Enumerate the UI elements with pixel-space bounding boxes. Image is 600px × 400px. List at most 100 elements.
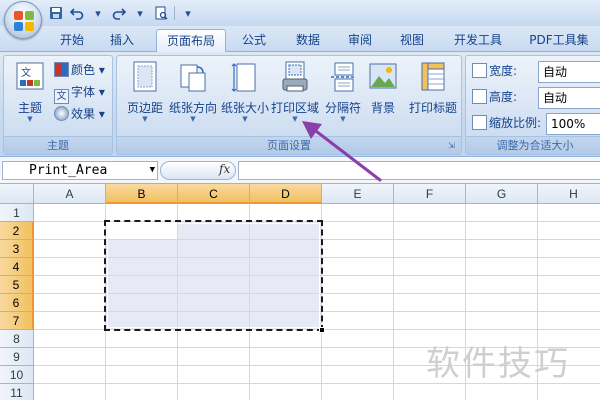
fonts-label: 字体	[71, 85, 96, 99]
qat-separator	[174, 6, 175, 20]
tab-data[interactable]: 数据	[286, 29, 330, 52]
print-titles-icon	[419, 61, 447, 93]
background-icon	[369, 61, 397, 93]
undo-icon[interactable]	[69, 5, 85, 21]
width-label: 宽度:	[489, 64, 518, 78]
formula-bar: Print_Area ▼ fx	[0, 157, 600, 184]
print-preview-icon[interactable]	[153, 5, 169, 21]
orientation-label: 纸张方向	[168, 101, 217, 115]
colors-icon	[54, 62, 69, 77]
width-select[interactable]: 自动	[538, 61, 600, 83]
orientation-button[interactable]: 纸张方向 ▼	[167, 59, 219, 131]
scale-label-row: 缩放比例:	[472, 113, 541, 133]
size-dropdown-icon: ▼	[242, 115, 248, 123]
insert-function-icon[interactable]: fx	[219, 162, 230, 176]
column-header-f[interactable]: F	[394, 184, 466, 204]
column-header-b[interactable]: B	[106, 184, 178, 204]
orientation-dropdown-icon: ▼	[190, 115, 196, 123]
name-box[interactable]: Print_Area ▼	[2, 161, 158, 180]
row-header-9[interactable]: 9	[0, 348, 34, 366]
select-all-corner[interactable]	[0, 184, 34, 204]
row-header-7[interactable]: 7	[0, 312, 34, 330]
print-area-dropdown-icon: ▼	[292, 115, 298, 123]
effects-label: 效果	[71, 107, 96, 121]
tab-developer[interactable]: 开发工具	[446, 29, 510, 52]
margins-button[interactable]: 页边距 ▼	[119, 59, 171, 131]
themes-group-label: 主题	[4, 136, 112, 154]
column-header-h[interactable]: H	[538, 184, 600, 204]
column-header-g[interactable]: G	[466, 184, 538, 204]
ribbon-tabs: 开始 插入 页面布局 公式 数据 审阅 视图 开发工具 PDF工具集	[0, 26, 600, 52]
height-label-row: 高度:	[472, 87, 517, 107]
watermark: 软件技巧	[426, 344, 570, 384]
row-header-11[interactable]: 11	[0, 384, 34, 400]
row-header-5[interactable]: 5	[0, 276, 34, 294]
column-header-a[interactable]: A	[34, 184, 106, 204]
row-header-1[interactable]: 1	[0, 204, 34, 222]
row-header-4[interactable]: 4	[0, 258, 34, 276]
quick-access-toolbar: ▾ ▾ ▾	[48, 4, 196, 22]
print-titles-button[interactable]: 打印标题	[407, 59, 459, 131]
page-setup-group-label: 页面设置	[117, 136, 461, 154]
tab-insert[interactable]: 插入	[100, 29, 144, 52]
tab-review[interactable]: 审阅	[338, 29, 382, 52]
colors-label: 颜色	[71, 63, 96, 77]
row-header-10[interactable]: 10	[0, 366, 34, 384]
redo-dropdown-icon[interactable]: ▾	[132, 5, 148, 21]
office-button[interactable]	[4, 1, 42, 39]
fonts-button[interactable]: 文字体 ▾	[54, 82, 105, 104]
width-label-row: 宽度:	[472, 61, 517, 81]
breaks-icon	[329, 61, 357, 93]
themes-button-label: 主题	[17, 101, 42, 115]
colors-button[interactable]: 颜色 ▾	[54, 60, 105, 80]
themes-button[interactable]: 文 主题 ▼	[4, 59, 56, 131]
name-box-dropdown-icon[interactable]: ▼	[150, 162, 155, 179]
height-icon	[472, 89, 487, 104]
row-header-8[interactable]: 8	[0, 330, 34, 348]
themes-dropdown-icon: ▼	[27, 115, 33, 123]
fonts-icon: 文	[54, 89, 69, 104]
customize-icon[interactable]: ▾	[180, 5, 196, 21]
undo-dropdown-icon[interactable]: ▾	[90, 5, 106, 21]
print-area-button[interactable]: 打印区域 ▼	[269, 59, 321, 131]
orientation-icon	[179, 61, 207, 93]
scale-to-fit-group: 宽度: 自动 高度: 自动 缩放比例: 100% 调整为合适大小	[465, 55, 600, 155]
tab-page-layout[interactable]: 页面布局	[156, 29, 226, 52]
column-header-d[interactable]: D	[250, 184, 322, 204]
fill-handle[interactable]	[319, 327, 325, 333]
formula-input[interactable]	[238, 161, 600, 180]
row-header-2[interactable]: 2	[0, 222, 34, 240]
themes-icon: 文	[16, 61, 44, 93]
themes-group: 文 主题 ▼ 颜色 ▾ 文字体 ▾ 效果 ▾ 主题	[3, 55, 113, 155]
scale-icon	[472, 115, 487, 130]
row-header-6[interactable]: 6	[0, 294, 34, 312]
column-header-c[interactable]: C	[178, 184, 250, 204]
effects-button[interactable]: 效果 ▾	[54, 104, 105, 124]
page-setup-group: 页边距 ▼ 纸张方向 ▼ 纸张大小 ▼ 打印区域 ▼ 分隔符 ▼ 背景 打印标题…	[116, 55, 462, 155]
size-icon	[231, 61, 259, 93]
height-select[interactable]: 自动	[538, 87, 600, 109]
tab-formulas[interactable]: 公式	[232, 29, 276, 52]
title-bar: ▾ ▾ ▾	[0, 0, 600, 26]
size-button[interactable]: 纸张大小 ▼	[219, 59, 271, 131]
save-icon[interactable]	[48, 5, 64, 21]
page-setup-launcher-icon[interactable]: ⇲	[448, 141, 458, 151]
scale-label: 缩放比例:	[489, 116, 542, 130]
tab-pdf-tools[interactable]: PDF工具集	[522, 29, 596, 52]
margins-icon	[131, 61, 159, 93]
height-label: 高度:	[489, 90, 518, 104]
ribbon: 文 主题 ▼ 颜色 ▾ 文字体 ▾ 效果 ▾ 主题 页边距 ▼ 纸张方向 ▼ 纸…	[0, 52, 600, 157]
margins-dropdown-icon: ▼	[142, 115, 148, 123]
print-area-border	[104, 220, 323, 331]
tab-home[interactable]: 开始	[50, 29, 94, 52]
width-icon	[472, 63, 487, 78]
scale-input[interactable]: 100%	[546, 113, 600, 135]
effects-icon	[54, 106, 69, 121]
column-header-e[interactable]: E	[322, 184, 394, 204]
row-header-3[interactable]: 3	[0, 240, 34, 258]
print-area-icon	[281, 61, 309, 93]
redo-icon[interactable]	[111, 5, 127, 21]
name-box-value: Print_Area	[29, 163, 108, 178]
scale-to-fit-group-label: 调整为合适大小	[466, 136, 600, 154]
tab-view[interactable]: 视图	[390, 29, 434, 52]
